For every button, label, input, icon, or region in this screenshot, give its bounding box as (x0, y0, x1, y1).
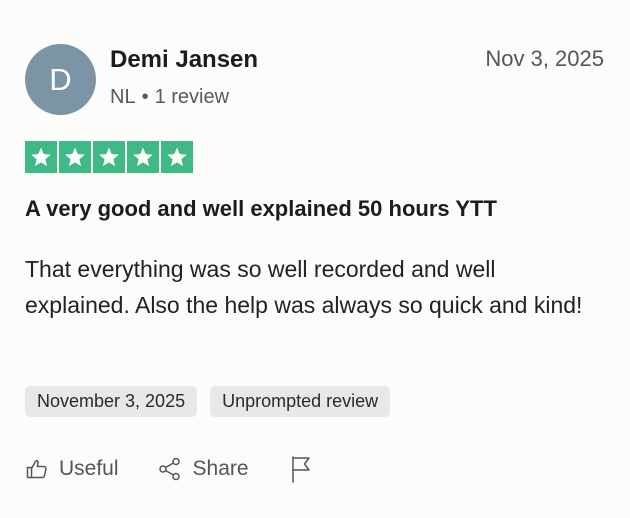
review-title[interactable]: A very good and well explained 50 hours … (25, 196, 497, 222)
star-rating (25, 141, 193, 173)
report-button[interactable] (289, 455, 313, 483)
star-icon (93, 141, 125, 173)
share-label: Share (192, 457, 249, 480)
avatar-initial: D (49, 61, 72, 97)
star-icon (161, 141, 193, 173)
author-review-count: 1 review (154, 86, 230, 108)
author-country: NL (110, 86, 136, 108)
review-actions: Useful Share (25, 455, 313, 483)
star-icon (59, 141, 91, 173)
flag-icon (289, 455, 313, 483)
review-type-badge: Unprompted review (210, 386, 391, 417)
author-name[interactable]: Demi Jansen (110, 46, 258, 74)
share-button[interactable]: Share (157, 456, 249, 482)
review-tags: November 3, 2025 Unprompted review (25, 386, 391, 417)
review-card: D Demi Jansen NL • 1 review Nov 3, 2025 … (0, 0, 630, 518)
thumbs-up-icon (25, 457, 49, 481)
author-meta: NL • 1 review (110, 86, 229, 109)
star-icon (25, 141, 57, 173)
review-body: That everything was so well recorded and… (25, 256, 583, 318)
experience-date-badge: November 3, 2025 (25, 386, 198, 417)
avatar[interactable]: D (25, 44, 96, 115)
review-date: Nov 3, 2025 (485, 46, 604, 71)
star-icon (127, 141, 159, 173)
meta-separator: • (141, 86, 149, 108)
share-icon (157, 456, 183, 482)
useful-button[interactable]: Useful (25, 457, 119, 481)
useful-label: Useful (59, 457, 119, 480)
